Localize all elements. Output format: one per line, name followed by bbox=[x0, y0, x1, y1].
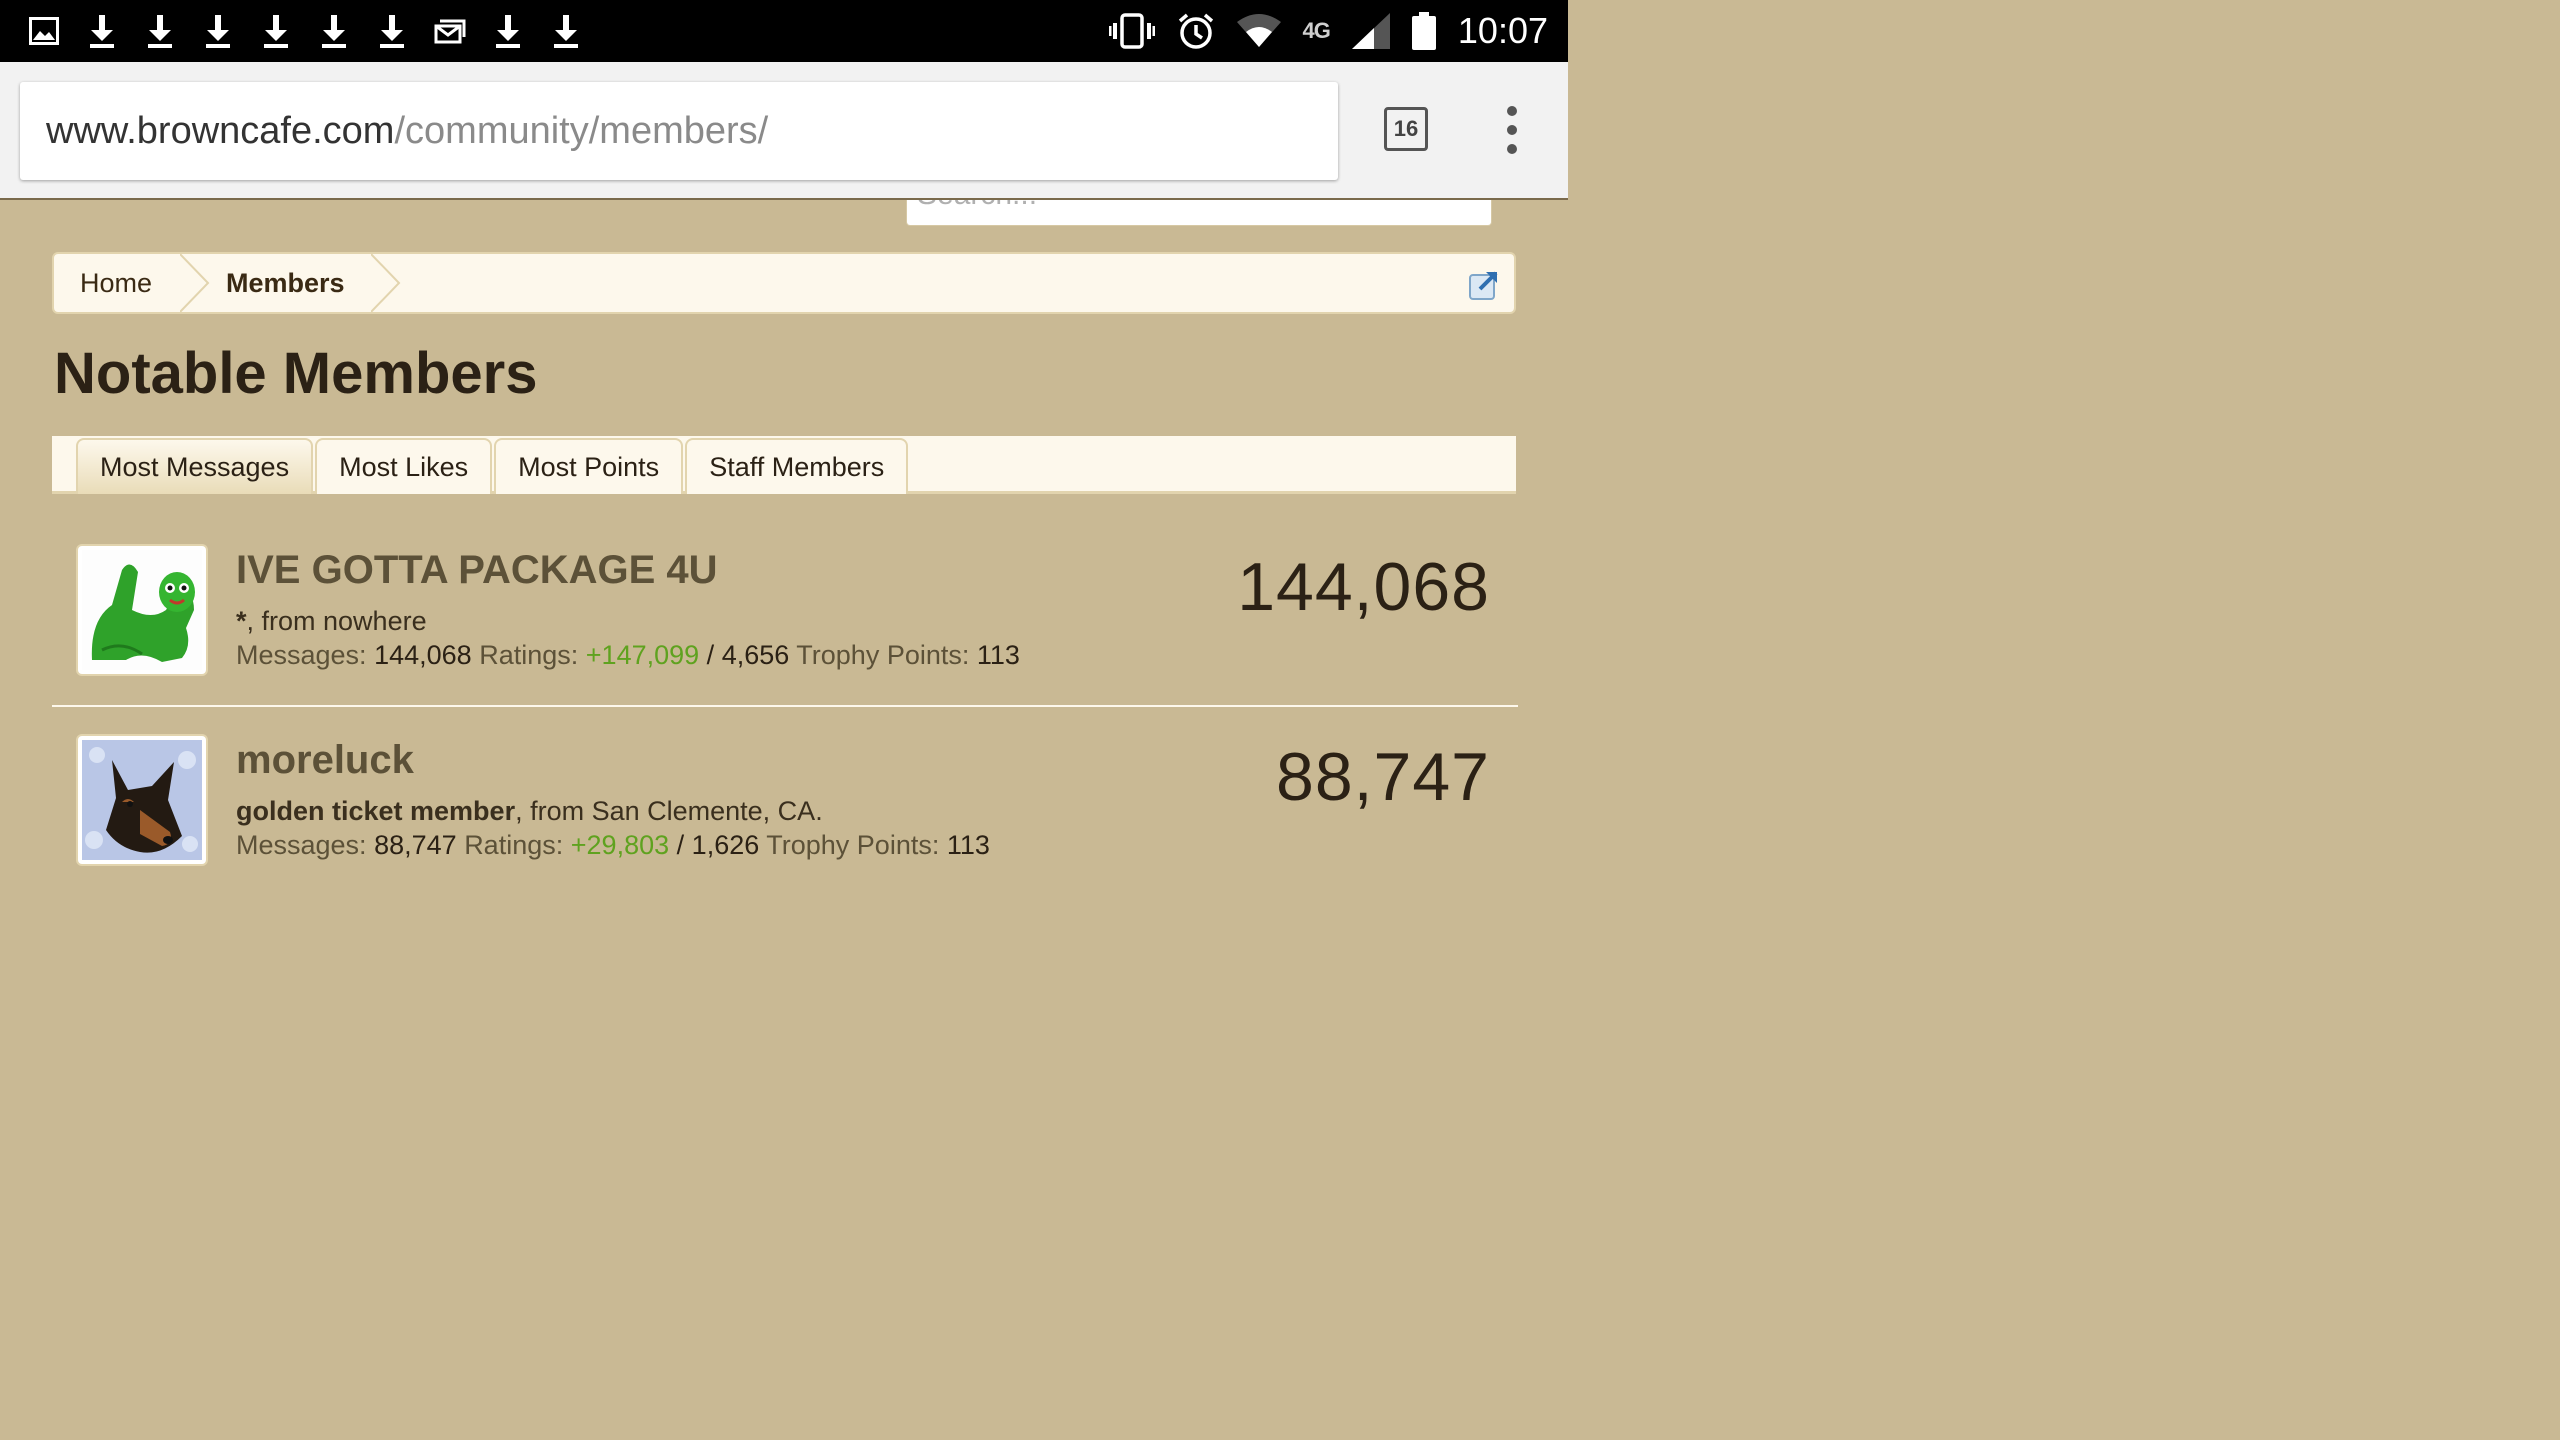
download-icon bbox=[318, 11, 350, 51]
url-host: www.browncafe.com bbox=[46, 109, 395, 152]
ratings-separator: / bbox=[676, 830, 685, 860]
ratings-other: 1,626 bbox=[691, 830, 760, 860]
ratings-positive: +147,099 bbox=[585, 640, 700, 670]
member-tabs-bar: Most Messages Most Likes Most Points Sta… bbox=[52, 436, 1516, 494]
overflow-menu-icon[interactable] bbox=[1500, 106, 1524, 154]
trophy-value: 113 bbox=[976, 640, 1020, 670]
member-title: *, from nowhere bbox=[236, 606, 427, 637]
trophy-value: 113 bbox=[946, 830, 990, 860]
clock: 10:07 bbox=[1457, 10, 1548, 51]
download-icon bbox=[376, 11, 408, 51]
breadcrumb-separator bbox=[370, 254, 400, 312]
member-message-count: 144,068 bbox=[1237, 549, 1490, 625]
member-user-title: * bbox=[236, 606, 247, 636]
list-item: IVE GOTTA PACKAGE 4U *, from nowhere Mes… bbox=[52, 536, 1516, 696]
page-title: Notable Members bbox=[54, 341, 538, 406]
status-bar: 4G 10:07 bbox=[0, 0, 1568, 62]
breadcrumb-home[interactable]: Home bbox=[54, 254, 180, 312]
notification-icons bbox=[28, 10, 582, 52]
wifi-icon bbox=[1236, 14, 1281, 47]
ratings-separator: / bbox=[706, 640, 715, 670]
alarm-icon bbox=[1178, 13, 1213, 49]
search-placeholder: Search... bbox=[917, 200, 1037, 212]
ratings-other: 4,656 bbox=[721, 640, 790, 670]
tab-most-points[interactable]: Most Points bbox=[494, 438, 684, 494]
member-tabs: Most Messages Most Likes Most Points Sta… bbox=[76, 438, 909, 494]
trophy-label: Trophy Points: bbox=[766, 830, 940, 860]
browser-toolbar: www.browncafe.com/community/members/ 16 bbox=[0, 62, 1568, 200]
avatar[interactable] bbox=[76, 734, 208, 866]
mail-icon bbox=[434, 11, 466, 51]
download-icon bbox=[550, 11, 582, 51]
lte-icon: 4G bbox=[1302, 18, 1331, 43]
divider bbox=[52, 705, 1518, 707]
member-location: , from nowhere bbox=[246, 606, 427, 636]
download-icon bbox=[492, 11, 524, 51]
green-figure-avatar-icon bbox=[82, 550, 202, 670]
system-icons: 4G 10:07 bbox=[1108, 8, 1548, 54]
tab-most-messages[interactable]: Most Messages bbox=[76, 438, 314, 494]
messages-value: 88,747 bbox=[374, 830, 457, 860]
ratings-label: Ratings: bbox=[464, 830, 564, 860]
url-path: /community/members/ bbox=[394, 109, 769, 152]
tab-most-likes[interactable]: Most Likes bbox=[315, 438, 493, 494]
url-bar[interactable]: www.browncafe.com/community/members/ bbox=[20, 82, 1338, 180]
tab-staff-members[interactable]: Staff Members bbox=[685, 438, 909, 494]
vibrate-icon bbox=[1108, 13, 1155, 49]
member-username[interactable]: moreluck bbox=[236, 738, 414, 783]
member-stats: Messages: 88,747 Ratings: +29,803 / 1,62… bbox=[236, 830, 990, 861]
trophy-label: Trophy Points: bbox=[796, 640, 970, 670]
ratings-label: Ratings: bbox=[479, 640, 579, 670]
download-icon bbox=[260, 11, 292, 51]
messages-value: 144,068 bbox=[374, 640, 472, 670]
messages-label: Messages: bbox=[236, 830, 367, 860]
avatar[interactable] bbox=[76, 544, 208, 676]
member-username[interactable]: IVE GOTTA PACKAGE 4U bbox=[236, 548, 718, 593]
breadcrumb-members[interactable]: Members bbox=[210, 254, 371, 312]
search-input[interactable]: Search... bbox=[906, 200, 1492, 226]
image-icon bbox=[28, 11, 60, 51]
member-user-title: golden ticket member bbox=[236, 796, 516, 826]
member-location: , from San Clemente, CA. bbox=[515, 796, 823, 826]
download-icon bbox=[144, 11, 176, 51]
messages-label: Messages: bbox=[236, 640, 367, 670]
dog-avatar-icon bbox=[82, 740, 202, 860]
battery-icon bbox=[1411, 12, 1436, 50]
jump-link-icon[interactable] bbox=[1468, 267, 1502, 301]
tab-switcher-button[interactable]: 16 bbox=[1384, 107, 1428, 151]
member-stats: Messages: 144,068 Ratings: +147,099 / 4,… bbox=[236, 640, 1020, 671]
page-content: Search... Home Members Notable Members M… bbox=[26, 200, 1518, 882]
download-icon bbox=[202, 11, 234, 51]
member-message-count: 88,747 bbox=[1276, 739, 1490, 815]
download-icon bbox=[86, 11, 118, 51]
signal-icon bbox=[1351, 13, 1390, 49]
tab-count: 16 bbox=[1393, 116, 1419, 141]
breadcrumb: Home Members bbox=[52, 252, 1516, 314]
ratings-positive: +29,803 bbox=[570, 830, 670, 860]
member-title: golden ticket member, from San Clemente,… bbox=[236, 796, 823, 827]
breadcrumb-separator bbox=[180, 254, 210, 312]
list-item: moreluck golden ticket member, from San … bbox=[52, 726, 1516, 886]
